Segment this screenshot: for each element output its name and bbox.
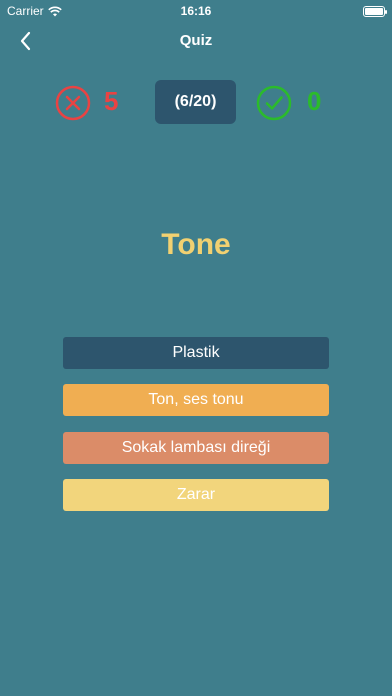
status-time: 16:16 [180,4,212,18]
answer-button-3[interactable]: Sokak lambası direği [63,432,329,464]
nav-bar: Quiz [0,22,392,60]
answer-button-1[interactable]: Plastik [63,337,329,369]
correct-count: 0 [307,86,322,116]
wrong-x-icon [55,85,91,121]
question-word: Tone [161,228,231,261]
progress-counter: (6/20) [155,80,236,124]
battery-icon [363,5,387,17]
score-row: 5 (6/20) 0 [0,80,392,124]
page-title: Quiz [179,32,213,49]
answer-button-2[interactable]: Ton, ses tonu [63,384,329,416]
wrong-count: 5 [104,86,119,116]
status-bar: Carrier 16:16 [0,0,392,22]
correct-check-icon [256,85,292,121]
answer-button-4[interactable]: Zarar [63,479,329,511]
